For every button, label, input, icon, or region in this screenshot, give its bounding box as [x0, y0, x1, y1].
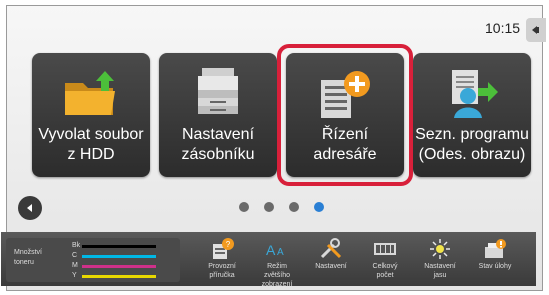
bottom-label: Celkový počet [372, 263, 398, 279]
bottom-label: Nastavení jasu [424, 263, 456, 279]
bottom-operation-manual[interactable]: ? Provozní příručka [195, 236, 249, 292]
arrow-left-icon [27, 204, 32, 212]
bottom-brightness-settings[interactable]: Nastavení jasu [413, 236, 467, 292]
folder-upload-icon [32, 63, 150, 125]
svg-text:?: ? [226, 240, 231, 249]
tile-program-list-send[interactable]: Sezn. programu (Odes. obrazu) [413, 53, 531, 177]
page-dot-2[interactable] [264, 202, 274, 212]
job-status-icon [468, 238, 522, 260]
counter-icon [358, 238, 412, 260]
page-dot-1[interactable] [239, 202, 249, 212]
bottom-enlarge-display-mode[interactable]: AA Režim zvětšího zobrazení [250, 236, 304, 292]
toner-bar-c [82, 255, 156, 258]
page-dot-4-active[interactable] [314, 202, 324, 212]
svg-text:A: A [277, 247, 284, 258]
side-panel-tab[interactable] [526, 18, 546, 42]
page-dot-3[interactable] [289, 202, 299, 212]
selection-highlight [277, 44, 413, 186]
toner-bar-bk [82, 245, 156, 248]
zoom-mode-icon: AA [250, 238, 304, 260]
printer-tray-icon [159, 63, 277, 125]
tile-tray-settings[interactable]: Nastavení zásobníku [159, 53, 277, 177]
toner-label-y: Y [72, 272, 77, 279]
toner-bar-y [82, 275, 156, 278]
tile-label: Sezn. programu (Odes. obrazu) [415, 126, 529, 163]
svg-text:A: A [266, 242, 276, 258]
bottom-label: Provozní příručka [208, 263, 236, 279]
bottom-label: Nastavení [315, 263, 347, 270]
manual-icon: ? [195, 238, 249, 260]
toner-label-m: M [72, 262, 78, 269]
tools-icon [304, 238, 358, 260]
bottom-job-status[interactable]: Stav úlohy [468, 236, 522, 292]
chevron-left-icon [532, 26, 539, 34]
toner-label-bk: Bk [72, 242, 81, 249]
send-program-icon [413, 63, 531, 125]
bottom-label: Režim zvětšího zobrazení [261, 263, 293, 288]
toner-title: Množství toneru [14, 249, 43, 266]
brightness-icon [413, 238, 467, 260]
tile-label: Vyvolat soubor z HDD [38, 126, 144, 163]
tile-label: Nastavení zásobníku [181, 126, 255, 163]
toner-level-panel[interactable]: Množství toneru Bk C M Y [6, 238, 180, 282]
back-button[interactable] [18, 196, 42, 220]
bottom-total-count[interactable]: Celkový počet [358, 236, 412, 292]
clock: 10:15 [485, 20, 521, 36]
tile-recall-file-hdd[interactable]: Vyvolat soubor z HDD [32, 53, 150, 177]
toner-bar-m [82, 265, 156, 268]
toner-label-c: C [72, 252, 78, 259]
bottom-label: Stav úlohy [478, 263, 512, 270]
bottom-settings[interactable]: Nastavení [304, 236, 358, 292]
